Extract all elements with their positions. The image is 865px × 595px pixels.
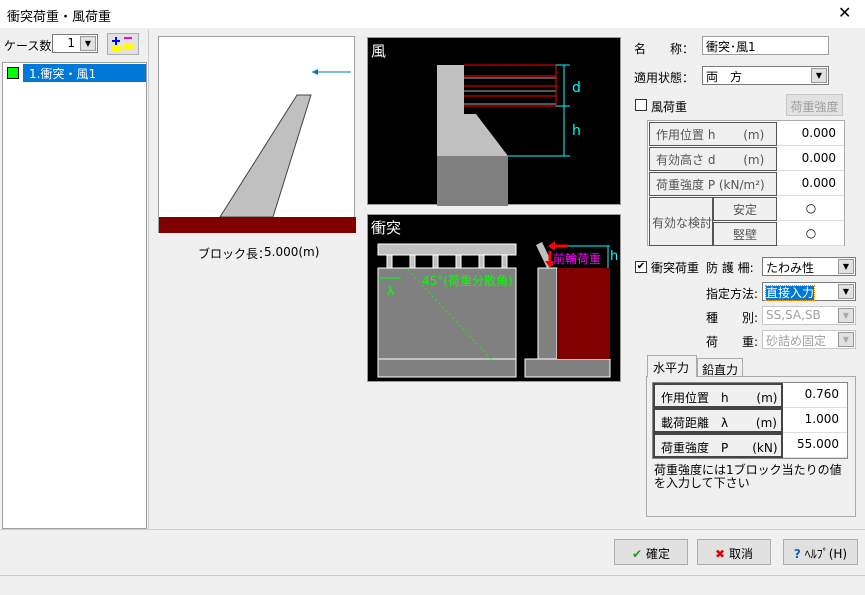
load-value: 砂詰め固定 — [766, 334, 827, 348]
angle-label: 45°(荷重分散角) — [422, 274, 513, 288]
wind-diagram: 風 d h — [367, 37, 621, 206]
front-wheel-label: 前輪荷重 — [553, 250, 602, 267]
case-count-label: ケース数: — [4, 39, 56, 53]
h-label: h — [610, 249, 619, 264]
x-icon: ✖ — [715, 547, 726, 561]
collision-load-label: 衝突荷重 — [651, 261, 700, 275]
ok-button[interactable]: ✔ 確定 — [614, 539, 688, 565]
state-select[interactable]: 両 方 ▼ — [702, 66, 829, 85]
lambda-label: λ — [387, 284, 395, 298]
title-bar: 衝突荷重・風荷重 ✕ — [0, 0, 865, 28]
window-title: 衝突荷重・風荷重 — [7, 10, 112, 25]
wind-row-value[interactable]: 0.000 — [778, 147, 844, 171]
method-select[interactable]: 直接入力 ▼ — [762, 282, 856, 301]
h-label: h — [572, 123, 581, 139]
add-remove-icon — [112, 37, 134, 52]
check-icon: ✔ — [632, 547, 643, 561]
check-stability[interactable]: ○ — [778, 197, 844, 221]
cancel-button[interactable]: ✖ 取消 — [697, 539, 771, 565]
wind-load-checkbox[interactable] — [635, 99, 647, 111]
load-label: 荷 重: — [706, 335, 759, 349]
wind-load-label: 風荷重 — [651, 100, 688, 114]
note-text: 荷重強度には1ブロック当たりの値を入力して下さい — [654, 463, 842, 490]
close-icon[interactable]: ✕ — [838, 3, 851, 22]
case-color-icon — [7, 67, 19, 79]
guard-value: たわみ性 — [766, 261, 815, 275]
status-bar — [0, 575, 865, 595]
method-value: 直接入力 — [764, 285, 816, 301]
wind-row-value[interactable]: 0.000 — [778, 172, 844, 196]
load-strength-button[interactable]: 荷重強度 — [786, 94, 843, 116]
case-count-value: 1 — [67, 36, 75, 50]
name-input[interactable]: 衝突･風1 — [702, 36, 829, 55]
check-label-stability: 安定 — [713, 197, 777, 221]
state-label: 適用状態： — [634, 71, 695, 85]
type-select[interactable]: SS,SA,SB ▼ — [762, 306, 856, 325]
collision-row-label: 作用位置 h (m) — [653, 383, 783, 408]
state-value: 両 方 — [706, 70, 743, 84]
wind-arrow-icon — [312, 69, 318, 75]
chevron-down-icon: ▼ — [838, 259, 854, 274]
type-label: 種 別: — [706, 311, 759, 325]
check-label-wall: 竪壁 — [713, 222, 777, 246]
chevron-down-icon: ▼ — [838, 308, 854, 323]
tab-horizontal[interactable]: 水平力 — [647, 355, 697, 377]
chevron-down-icon: ▼ — [811, 68, 827, 83]
ok-label: 確定 — [645, 547, 670, 561]
method-label: 指定方法: — [706, 287, 759, 301]
block-length-label: ブロック長： — [198, 247, 271, 261]
wind-table: 作用位置 h (m) 0.000 有効高さ d (m) 0.000 荷重強度 P… — [647, 120, 845, 246]
collision-row-label: 載荷距離 λ (m) — [653, 408, 783, 433]
collision-row-value[interactable]: 0.760 — [783, 383, 847, 408]
question-icon: ? — [793, 547, 801, 561]
tab-panel: 作用位置 h (m) 0.760 載荷距離 λ (m) 1.000 荷重強度 P… — [646, 376, 856, 517]
wind-row-value[interactable]: 0.000 — [778, 122, 844, 146]
collision-load-checkbox[interactable]: ✔ — [635, 261, 647, 273]
collision-row-label: 荷重強度 P (kN) — [653, 433, 783, 458]
name-label: 名 称： — [634, 42, 695, 56]
collision-row-value[interactable]: 1.000 — [783, 408, 847, 433]
effective-check-label: 有効な検討 — [649, 197, 713, 246]
tab-vertical[interactable]: 鉛直力 — [697, 358, 743, 377]
type-value: SS,SA,SB — [766, 308, 821, 322]
wind-row-label: 有効高さ d (m) — [649, 147, 777, 171]
wind-row-label: 荷重強度 P (kN/m²) — [649, 172, 777, 196]
add-remove-case-button[interactable] — [107, 33, 139, 55]
case-label: 1.衝突・風1 — [23, 64, 146, 82]
block-length-value: 5.000(m) — [264, 245, 320, 259]
wind-row-label: 作用位置 h (m) — [649, 122, 777, 146]
list-item[interactable]: 1.衝突・風1 — [3, 64, 146, 82]
case-count-select[interactable]: 1 ▼ — [52, 34, 98, 53]
block-preview — [158, 36, 356, 233]
collision-diagram: 衝突 45°(荷重分散角) λ 前輪荷重 h — [367, 214, 621, 382]
guard-select[interactable]: たわみ性 ▼ — [762, 257, 856, 276]
wall-preview-drawing — [159, 69, 356, 233]
case-list[interactable]: 1.衝突・風1 — [2, 62, 147, 529]
chevron-down-icon: ▼ — [838, 332, 854, 347]
cancel-label: 取消 — [728, 547, 753, 561]
load-select[interactable]: 砂詰め固定 ▼ — [762, 330, 856, 349]
guard-label: 防 護 柵: — [706, 261, 754, 275]
chevron-down-icon: ▼ — [80, 36, 96, 51]
collision-row-value[interactable]: 55.000 — [783, 433, 847, 458]
help-button[interactable]: ? ﾍﾙﾌﾟ(H) — [783, 539, 858, 565]
check-wall[interactable]: ○ — [778, 222, 844, 246]
chevron-down-icon: ▼ — [838, 284, 854, 299]
help-label: ﾍﾙﾌﾟ(H) — [804, 547, 848, 561]
d-label: d — [572, 80, 581, 96]
